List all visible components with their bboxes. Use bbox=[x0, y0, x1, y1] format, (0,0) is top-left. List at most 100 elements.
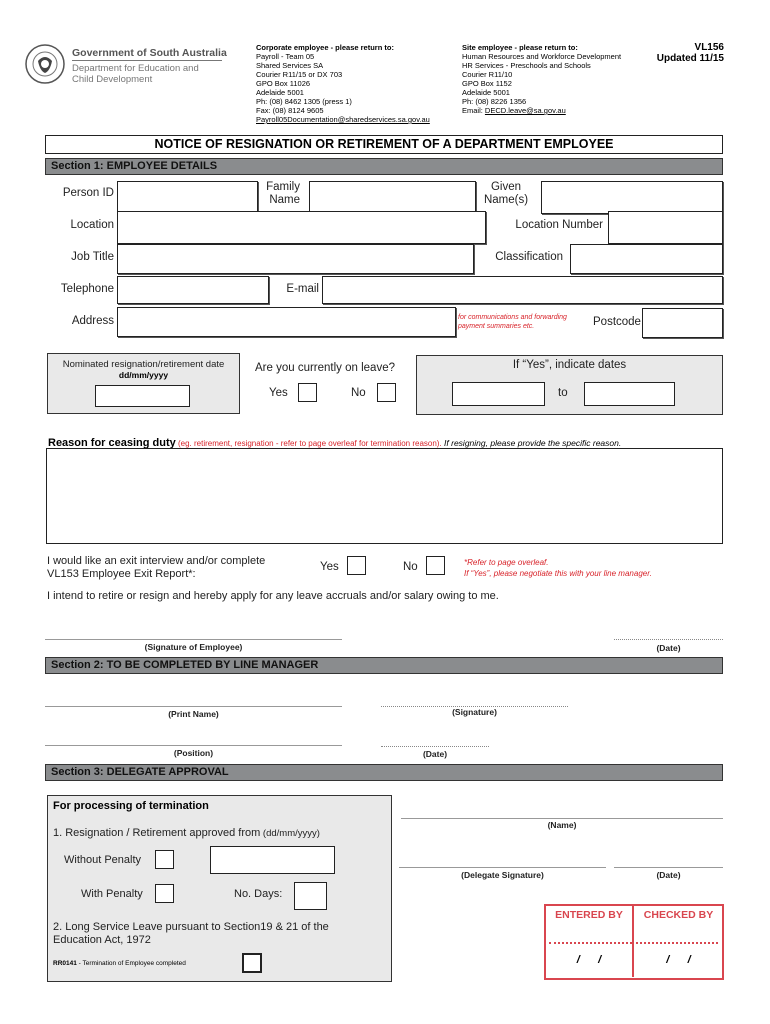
site-email-link[interactable]: DECD.leave@sa.gov.au bbox=[485, 106, 566, 115]
given-names-field[interactable] bbox=[541, 181, 723, 214]
exit-no-label: No bbox=[403, 561, 418, 573]
employee-date-label: (Date) bbox=[656, 643, 681, 653]
section1-heading: Section 1: EMPLOYEE DETAILS bbox=[45, 158, 723, 175]
given-names-label-2: Name(s) bbox=[483, 194, 529, 206]
reason-textarea[interactable] bbox=[46, 448, 723, 544]
address-label: Address bbox=[71, 315, 114, 327]
logo-line3: Child Development bbox=[72, 74, 153, 85]
corporate-email-link[interactable]: Payroll05Documentation@sharedservices.sa… bbox=[256, 115, 430, 124]
item1-format: (dd/mm/yyyy) bbox=[260, 828, 320, 839]
item2-label: 2. Long Service Leave pursuant to Sectio… bbox=[53, 921, 329, 947]
address-field[interactable] bbox=[117, 307, 456, 337]
logo-divider bbox=[72, 60, 222, 61]
item2-line2: Education Act, 1972 bbox=[53, 934, 151, 946]
reason-hint: (eg. retirement, resignation - refer to … bbox=[175, 439, 442, 448]
item2-line1: 2. Long Service Leave pursuant to Sectio… bbox=[53, 921, 329, 933]
termination-processing-panel: For processing of termination 1. Resigna… bbox=[47, 795, 392, 982]
entered-by-label: ENTERED BY bbox=[555, 909, 623, 921]
person-id-field[interactable] bbox=[117, 181, 258, 214]
nominated-date-label: Nominated resignation/retirement date bbox=[62, 359, 225, 370]
delegate-signature-line[interactable] bbox=[399, 867, 606, 868]
given-names-label-1: Given bbox=[490, 181, 522, 193]
postcode-label: Postcode bbox=[593, 316, 641, 328]
print-name-line[interactable] bbox=[45, 706, 342, 707]
family-name-label-2: Name bbox=[269, 194, 300, 206]
email-field[interactable] bbox=[322, 276, 723, 304]
employee-date-line[interactable] bbox=[614, 639, 723, 640]
email-label: E-mail bbox=[286, 283, 319, 295]
classification-field[interactable] bbox=[570, 244, 723, 274]
without-penalty-checkbox[interactable] bbox=[155, 850, 174, 869]
approved-from-date-field[interactable] bbox=[210, 846, 335, 874]
location-number-label: Location Number bbox=[515, 219, 603, 231]
exit-note-1: *Refer to page overleaf. bbox=[464, 558, 549, 567]
exit-interview-label: I would like an exit interview and/or co… bbox=[47, 555, 265, 581]
corporate-line: GPO Box 11026 bbox=[256, 79, 311, 88]
rr-row: RR0141 - Termination of Employee complet… bbox=[53, 960, 186, 967]
position-line[interactable] bbox=[45, 745, 342, 746]
no-days-field[interactable] bbox=[294, 882, 327, 910]
logo-line1: Government of South Australia bbox=[72, 47, 227, 59]
manager-date-label: (Date) bbox=[422, 749, 448, 759]
checked-by-cell: CHECKED BY / / bbox=[636, 906, 721, 977]
item1-label: 1. Resignation / Retirement approved fro… bbox=[53, 827, 261, 839]
declaration-text: I intend to retire or resign and hereby … bbox=[47, 590, 499, 602]
rr-text: - Termination of Employee completed bbox=[76, 960, 186, 967]
on-leave-yes-label: Yes bbox=[269, 387, 288, 399]
family-name-field[interactable] bbox=[309, 181, 476, 214]
item1-row: 1. Resignation / Retirement approved fro… bbox=[53, 823, 320, 841]
site-line: GPO Box 1152 bbox=[462, 79, 512, 88]
nominated-date-field[interactable] bbox=[95, 385, 190, 407]
exit-note: *Refer to page overleaf. If “Yes”, pleas… bbox=[464, 557, 652, 579]
site-line: Adelaide 5001 bbox=[462, 88, 510, 97]
employee-signature-label: (Signature of Employee) bbox=[144, 642, 243, 652]
logo-line2: Department for Education and bbox=[72, 63, 199, 74]
position-label: (Position) bbox=[173, 748, 214, 758]
rr-code: RR0141 bbox=[53, 960, 77, 967]
exit-interview-label-1: I would like an exit interview and/or co… bbox=[47, 555, 266, 567]
job-title-field[interactable] bbox=[117, 244, 474, 274]
on-leave-question: Are you currently on leave? bbox=[255, 362, 395, 374]
on-leave-no-checkbox[interactable] bbox=[377, 383, 396, 402]
classification-label: Classification bbox=[495, 251, 563, 263]
manager-date-line[interactable] bbox=[381, 746, 489, 747]
delegate-name-label: (Name) bbox=[547, 820, 577, 830]
site-line: Human Resources and Workforce Developmen… bbox=[462, 52, 622, 61]
with-penalty-checkbox[interactable] bbox=[155, 884, 174, 903]
corporate-line: Fax: (08) 8124 9605 bbox=[256, 106, 324, 115]
telephone-field[interactable] bbox=[117, 276, 269, 304]
processing-title: For processing of termination bbox=[53, 800, 209, 812]
sa-government-crest-icon bbox=[25, 44, 65, 84]
form-title-text: NOTICE OF RESIGNATION OR RETIREMENT OF A… bbox=[154, 137, 614, 151]
section3-heading: Section 3: DELEGATE APPROVAL bbox=[45, 764, 723, 781]
delegate-date-line[interactable] bbox=[614, 867, 723, 868]
telephone-label: Telephone bbox=[60, 283, 114, 295]
family-name-label-1: Family bbox=[266, 181, 300, 193]
on-leave-yes-checkbox[interactable] bbox=[298, 383, 317, 402]
exit-no-checkbox[interactable] bbox=[426, 556, 445, 575]
employee-signature-line[interactable] bbox=[45, 639, 342, 640]
form-code: VL156 bbox=[694, 42, 724, 53]
site-title: Site employee - please return to: bbox=[462, 43, 578, 52]
corporate-line: Courier R11/15 or DX 703 bbox=[256, 70, 343, 79]
address-note: for communications and forwarding paymen… bbox=[458, 313, 567, 331]
with-penalty-label: With Penalty bbox=[81, 888, 143, 900]
office-use-stamp: ENTERED BY / / CHECKED BY / / bbox=[544, 904, 724, 980]
delegate-name-line[interactable] bbox=[401, 818, 723, 819]
checked-by-dotted-line bbox=[636, 942, 718, 944]
leave-to-label: to bbox=[558, 387, 568, 399]
rr0141-checkbox[interactable] bbox=[242, 953, 262, 973]
logo: Government of South Australia Department… bbox=[24, 43, 227, 88]
location-field[interactable] bbox=[117, 211, 486, 244]
form-title: NOTICE OF RESIGNATION OR RETIREMENT OF A… bbox=[45, 135, 723, 154]
site-line: Courier R11/10 bbox=[462, 70, 513, 79]
exit-yes-checkbox[interactable] bbox=[347, 556, 366, 575]
without-penalty-label: Without Penalty bbox=[64, 854, 142, 866]
leave-from-date-field[interactable] bbox=[452, 382, 545, 406]
site-line: HR Services - Preschools and Schools bbox=[462, 61, 591, 70]
leave-to-date-field[interactable] bbox=[584, 382, 675, 406]
delegate-signature-label: (Delegate Signature) bbox=[461, 870, 544, 880]
no-days-label: No. Days: bbox=[234, 888, 283, 900]
location-number-field[interactable] bbox=[608, 211, 723, 244]
postcode-field[interactable] bbox=[642, 308, 723, 338]
